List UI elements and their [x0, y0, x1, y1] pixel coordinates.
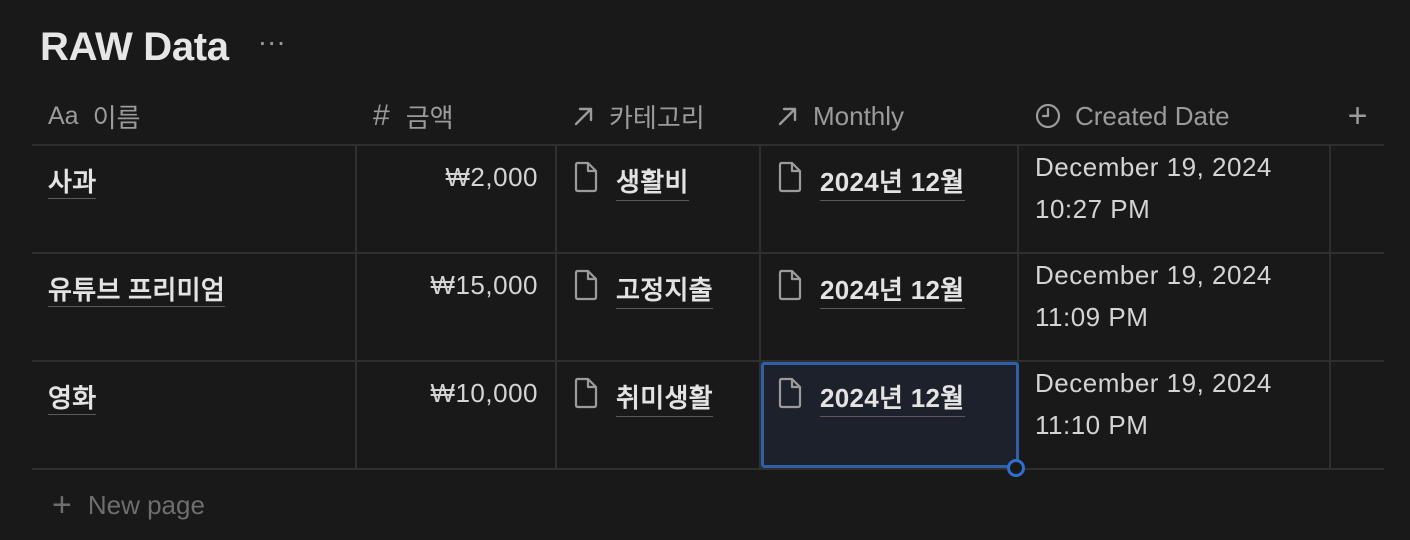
table-row: 사과 ₩2,000 생활비 2024년 12월 December 19, 202…	[32, 146, 1384, 254]
relation-arrow-icon	[777, 105, 799, 127]
column-header-monthly[interactable]: Monthly	[761, 88, 1019, 144]
date-text: December 19, 2024	[1035, 368, 1272, 398]
new-page-label: New page	[87, 489, 205, 520]
relation-label: 생활비	[616, 162, 689, 201]
time-text: 11:10 PM	[1035, 410, 1149, 440]
monthly-cell-selected[interactable]: 2024년 12월	[761, 362, 1025, 477]
column-header-amount[interactable]: # 금액	[357, 88, 557, 144]
column-header-category[interactable]: 카테고리	[557, 88, 761, 144]
table-header: Aa 이름 # 금액 카테고리 Monthly Created Date +	[32, 88, 1384, 146]
relation-label: 2024년 12월	[820, 270, 965, 309]
plus-icon: +	[52, 486, 72, 524]
category-cell[interactable]: 취미생활	[557, 362, 761, 468]
monthly-cell[interactable]: 2024년 12월	[761, 146, 1019, 252]
empty-cell	[1331, 146, 1384, 252]
category-cell[interactable]: 고정지출	[557, 254, 761, 360]
time-text: 10:27 PM	[1035, 194, 1151, 224]
relation-label: 취미생활	[616, 378, 713, 417]
relation-link[interactable]: 2024년 12월	[777, 161, 1001, 201]
created-date-cell[interactable]: December 19, 2024 10:27 PM	[1019, 146, 1331, 252]
time-text: 11:09 PM	[1035, 302, 1149, 332]
relation-link[interactable]: 2024년 12월	[777, 377, 1001, 417]
amount-cell[interactable]: ₩2,000	[357, 146, 557, 252]
new-page-button[interactable]: + New page	[32, 470, 1384, 540]
name-cell[interactable]: 영화	[32, 362, 357, 468]
created-date-cell[interactable]: December 19, 2024 11:09 PM	[1019, 254, 1331, 360]
more-options-button[interactable]: ···	[255, 27, 289, 67]
table-row: 영화 ₩10,000 취미생활 2024년 12월 December 19, 2…	[32, 362, 1384, 477]
empty-cell	[1331, 362, 1384, 468]
page-icon	[778, 269, 802, 301]
page-icon	[778, 377, 802, 409]
column-label: Created Date	[1075, 100, 1230, 131]
relation-link[interactable]: 고정지출	[573, 269, 743, 309]
relation-label: 2024년 12월	[820, 378, 965, 417]
column-label: 금액	[405, 102, 454, 133]
column-label: 이름	[92, 102, 141, 133]
relation-label: 2024년 12월	[820, 162, 965, 201]
column-label: 카테고리	[609, 102, 705, 133]
add-column-button[interactable]: +	[1331, 88, 1384, 144]
relation-label: 고정지출	[616, 270, 713, 309]
date-text: December 19, 2024	[1035, 260, 1272, 290]
date-text: December 19, 2024	[1035, 152, 1272, 182]
row-title[interactable]: 유튜브 프리미엄	[48, 275, 226, 307]
page-icon	[574, 161, 598, 193]
number-type-icon: #	[373, 99, 390, 132]
page-icon	[778, 161, 802, 193]
database-table: Aa 이름 # 금액 카테고리 Monthly Created Date + 사…	[32, 88, 1384, 540]
relation-link[interactable]: 생활비	[573, 161, 743, 201]
page-title[interactable]: RAW Data	[40, 25, 229, 70]
table-row: 유튜브 프리미엄 ₩15,000 고정지출 2024년 12월 December…	[32, 254, 1384, 362]
empty-cell	[1331, 254, 1384, 360]
amount-cell[interactable]: ₩10,000	[357, 362, 557, 468]
page-icon	[574, 377, 598, 409]
relation-arrow-icon	[573, 105, 595, 127]
name-cell[interactable]: 유튜브 프리미엄	[32, 254, 357, 360]
row-title[interactable]: 영화	[48, 383, 97, 415]
page-header: RAW Data ···	[40, 22, 289, 72]
text-type-icon: Aa	[48, 101, 79, 130]
row-title[interactable]: 사과	[48, 167, 97, 199]
created-date-cell[interactable]: December 19, 2024 11:10 PM	[1019, 362, 1331, 468]
amount-cell[interactable]: ₩15,000	[357, 254, 557, 360]
clock-icon	[1035, 103, 1061, 129]
column-label: Monthly	[813, 100, 905, 131]
monthly-cell[interactable]: 2024년 12월	[761, 254, 1019, 360]
column-header-name[interactable]: Aa 이름	[32, 88, 357, 144]
category-cell[interactable]: 생활비	[557, 146, 761, 252]
page-icon	[574, 269, 598, 301]
relation-link[interactable]: 취미생활	[573, 377, 743, 417]
column-header-created-date[interactable]: Created Date	[1019, 88, 1331, 144]
relation-link[interactable]: 2024년 12월	[777, 269, 1001, 309]
name-cell[interactable]: 사과	[32, 146, 357, 252]
